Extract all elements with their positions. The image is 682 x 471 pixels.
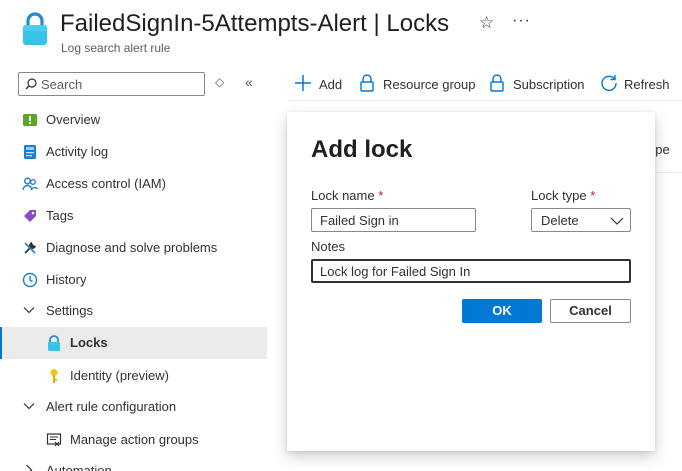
sidebar-item-label: Diagnose and solve problems [46, 240, 218, 255]
lock-name-field[interactable] [311, 208, 476, 232]
action-group-icon [46, 433, 62, 447]
sidebar-item-label: Manage action groups [70, 432, 199, 447]
page-title: FailedSignIn-5Attempts-Alert | Locks [60, 10, 450, 37]
lock-icon [23, 12, 47, 45]
lock-name-label-text: Lock name [311, 188, 375, 203]
command-bar-divider [288, 100, 682, 101]
search-icon [25, 78, 37, 90]
refresh-button[interactable]: Refresh [600, 70, 680, 98]
sidebar-item-label: Overview [46, 112, 101, 127]
chevron-down-icon [23, 307, 35, 314]
sidebar-item-label: Locks [70, 335, 108, 350]
sidebar-group-settings[interactable]: Settings [0, 295, 267, 327]
wrench-icon [24, 242, 36, 254]
sidebar-item-history[interactable]: History [0, 264, 267, 296]
resource-group-button[interactable]: Resource group [360, 70, 478, 98]
table-header-divider [655, 172, 682, 173]
sidebar-item-iam[interactable]: Access control (IAM) [0, 168, 267, 200]
lock-icon [490, 74, 504, 92]
chevron-down-icon [610, 217, 624, 225]
sidebar-item-label: Identity (preview) [70, 368, 169, 383]
subscription-button[interactable]: Subscription [490, 70, 590, 98]
lock-type-label-text: Lock type [531, 188, 587, 203]
sidebar-group-label: Automation [46, 463, 112, 471]
collapse-sidebar-icon[interactable]: « [245, 74, 253, 90]
sidebar-item-diagnose[interactable]: Diagnose and solve problems [0, 232, 267, 264]
cancel-button[interactable]: Cancel [550, 299, 631, 323]
sidebar-item-label: Activity log [46, 144, 109, 159]
chevron-right-icon [26, 464, 33, 471]
page-subtitle: Log search alert rule [61, 41, 171, 55]
star-icon[interactable]: ☆ [479, 13, 494, 33]
plus-icon [295, 75, 311, 91]
refresh-icon [601, 75, 617, 92]
sidebar-item-identity[interactable]: Identity (preview) [0, 360, 267, 392]
page-header: FailedSignIn-5Attempts-Alert | Locks Log… [0, 0, 682, 64]
sidebar-item-label: Tags [46, 208, 74, 223]
tag-icon [24, 210, 36, 222]
sidebar-group-alert-rule-configuration[interactable]: Alert rule configuration [0, 391, 267, 423]
add-button[interactable]: Add [294, 70, 350, 98]
notes-input[interactable] [320, 262, 624, 280]
notes-field[interactable] [311, 259, 631, 283]
activity-log-icon [24, 145, 36, 159]
lock-type-value: Delete [541, 213, 579, 228]
dialog-title: Add lock [311, 136, 413, 163]
search-input[interactable] [41, 75, 201, 93]
sidebar-item-activity-log[interactable]: Activity log [0, 136, 267, 168]
lock-type-label: Lock type * [531, 188, 595, 203]
sidebar-group-automation[interactable]: Automation [0, 455, 267, 471]
sidebar-group-label: Alert rule configuration [46, 399, 177, 414]
required-marker: * [378, 188, 384, 203]
refresh-label: Refresh [624, 77, 670, 92]
lock-type-dropdown[interactable]: Delete [531, 208, 631, 232]
clock-icon [22, 272, 38, 288]
sidebar-item-locks[interactable]: Locks [0, 327, 267, 359]
chevron-down-icon [23, 403, 35, 410]
sidebar-item-label: History [46, 272, 87, 287]
lock-name-label: Lock name * [311, 188, 383, 203]
lock-icon [48, 335, 60, 351]
resource-group-label: Resource group [383, 77, 476, 92]
add-lock-dialog: Add lock Lock name * Lock type * Delete … [287, 112, 655, 451]
lock-name-input[interactable] [320, 211, 471, 229]
sidebar-search[interactable] [18, 72, 205, 96]
add-button-label: Add [319, 77, 343, 92]
lock-icon [360, 74, 374, 92]
notes-label: Notes [311, 239, 345, 254]
required-marker: * [590, 188, 596, 203]
sidebar-group-label: Settings [46, 303, 93, 318]
ok-button[interactable]: OK [462, 299, 542, 323]
sidebar-item-manage-action-groups[interactable]: Manage action groups [0, 424, 267, 456]
sidebar-item-label: Access control (IAM) [46, 176, 166, 191]
sidebar-item-overview[interactable]: Overview [0, 104, 267, 136]
sort-updown-icon[interactable]: ◇ [215, 75, 224, 89]
key-icon [50, 369, 58, 383]
people-icon [22, 177, 38, 191]
subscription-label: Subscription [513, 77, 585, 92]
sidebar-item-tags[interactable]: Tags [0, 200, 267, 232]
overview-icon [23, 114, 37, 126]
ellipsis-icon[interactable]: ··· [512, 12, 531, 30]
